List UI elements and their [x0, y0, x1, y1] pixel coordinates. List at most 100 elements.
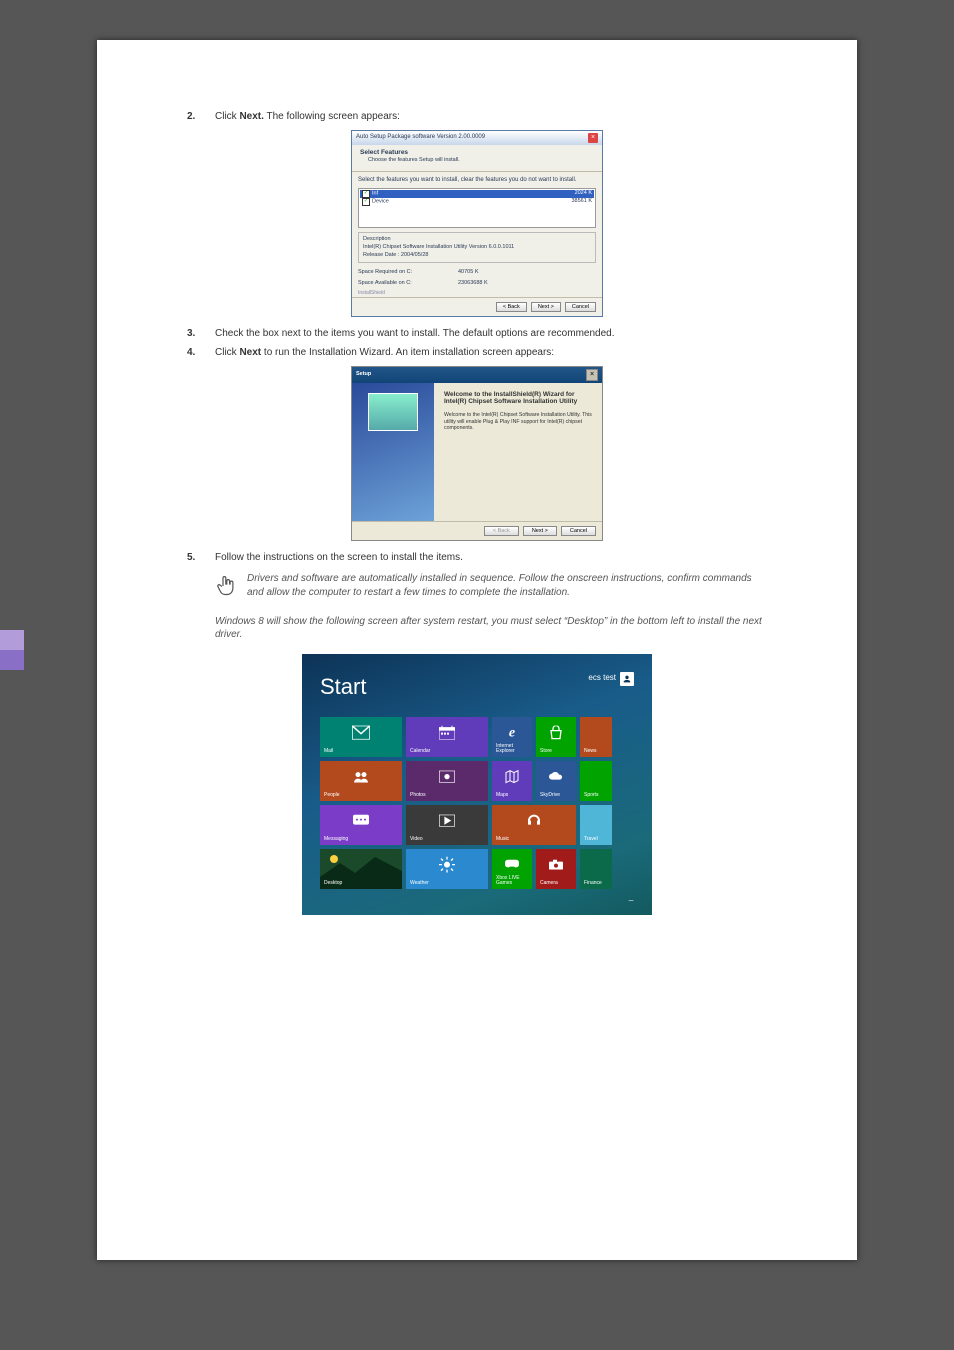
space-required-row: Space Required on C:40705 K: [352, 267, 602, 278]
value: 23063688 K: [458, 280, 488, 287]
step-5: 5. Follow the instructions on the screen…: [187, 551, 767, 565]
tile-games[interactable]: Xbox LIVE Games: [492, 849, 532, 889]
cancel-button[interactable]: Cancel: [561, 526, 596, 536]
tile-mail[interactable]: Mail: [320, 717, 402, 757]
tile-label: Photos: [410, 793, 484, 798]
dialog-title: Auto Setup Package software Version 2.00…: [356, 133, 485, 141]
next-button[interactable]: Next >: [531, 302, 561, 312]
start-header: Start ecs test: [320, 672, 634, 702]
back-button: < Back: [484, 526, 519, 536]
weather-icon: [439, 857, 455, 876]
side-tabs: [0, 630, 24, 670]
back-button[interactable]: < Back: [496, 302, 527, 312]
description-line: Release Date : 2004/05/28: [363, 252, 591, 259]
feature-row-device[interactable]: ✓Device 38561 K: [360, 198, 594, 206]
wizard-heading: Welcome to the InstallShield(R) Wizard f…: [444, 391, 592, 407]
step-body: Check the box next to the items you want…: [215, 327, 767, 341]
checkbox-icon[interactable]: ✓: [362, 198, 370, 206]
note-text-2: Windows 8 will show the following screen…: [215, 615, 767, 642]
close-icon[interactable]: ×: [586, 369, 598, 381]
camera-icon: [549, 860, 563, 873]
tile-label: Video: [410, 837, 484, 842]
user-name: ecs test: [588, 673, 616, 684]
dialog-buttons: < Back Next > Cancel: [352, 297, 602, 316]
tile-label: Weather: [410, 881, 484, 886]
text-bold: Next: [239, 347, 261, 358]
text: Click: [215, 111, 239, 122]
tile-label: Finance: [584, 881, 608, 886]
side-tab-2[interactable]: [0, 650, 24, 670]
next-button[interactable]: Next >: [523, 526, 557, 536]
cancel-button[interactable]: Cancel: [565, 302, 596, 312]
close-icon[interactable]: ×: [588, 133, 598, 143]
instruction-text: Select the features you want to install,…: [358, 176, 596, 184]
tile-store[interactable]: Store: [536, 717, 576, 757]
tile-maps[interactable]: Maps: [492, 761, 532, 801]
tile-travel[interactable]: Travel: [580, 805, 612, 845]
tile-music[interactable]: Music: [492, 805, 576, 845]
ie-icon: e: [509, 725, 515, 744]
tile-finance[interactable]: Finance: [580, 849, 612, 889]
games-icon: [505, 860, 519, 873]
tile-messaging[interactable]: Messaging: [320, 805, 402, 845]
zoom-out-icon[interactable]: −: [320, 895, 634, 909]
checkbox-icon[interactable]: ✓: [362, 190, 370, 198]
tile-people[interactable]: People: [320, 761, 402, 801]
tile-internet-explorer[interactable]: eInternet Explorer: [492, 717, 532, 757]
tile-label: Camera: [540, 881, 572, 886]
tile-label: Sports: [584, 793, 608, 798]
cloud-icon: [548, 772, 564, 785]
dialog-header: Select Features Choose the features Setu…: [352, 145, 602, 169]
text: Click: [215, 347, 239, 358]
tile-sports[interactable]: Sports: [580, 761, 612, 801]
step-number: 4.: [187, 346, 215, 360]
tile-camera[interactable]: Camera: [536, 849, 576, 889]
feature-row-inf[interactable]: ✓Inf 2024 K: [360, 190, 594, 198]
start-title: Start: [320, 672, 366, 702]
dialog-title: Setup: [356, 371, 371, 378]
header-title: Select Features: [360, 149, 594, 158]
tile-skydrive[interactable]: SkyDrive: [536, 761, 576, 801]
tile-calendar[interactable]: Calendar: [406, 717, 488, 757]
feature-name: Inf: [372, 190, 378, 196]
tile-grid: Mail Calendar eInternet Explorer Store N…: [320, 717, 634, 889]
tile-label: Desktop: [324, 881, 398, 886]
tile-photos[interactable]: Photos: [406, 761, 488, 801]
feature-name: Device: [372, 198, 389, 204]
feature-list: ✓Inf 2024 K ✓Device 38561 K: [358, 188, 596, 228]
photos-icon: [439, 771, 455, 786]
tile-weather[interactable]: Weather: [406, 849, 488, 889]
description-label: Description: [363, 236, 591, 243]
figure-installshield-wizard: Setup × Welcome to the InstallShield(R) …: [187, 366, 767, 541]
text-bold: Next.: [239, 111, 263, 122]
dialog-main: Welcome to the InstallShield(R) Wizard f…: [352, 383, 602, 521]
side-tab-1[interactable]: [0, 630, 24, 650]
value: 40705 K: [458, 269, 479, 276]
tile-desktop[interactable]: Desktop: [320, 849, 402, 889]
avatar-icon: [620, 672, 634, 686]
messaging-icon: [353, 815, 369, 830]
hand-pointer-icon: [215, 572, 237, 605]
tile-video[interactable]: Video: [406, 805, 488, 845]
user-badge[interactable]: ecs test: [588, 672, 634, 686]
tile-label: Internet Explorer: [496, 744, 528, 754]
maps-icon: [505, 770, 519, 787]
note-block: Drivers and software are automatically i…: [215, 572, 767, 605]
tile-label: Calendar: [410, 749, 484, 754]
space-available-row: Space Available on C:23063688 K: [352, 278, 602, 289]
figure-select-features: Auto Setup Package software Version 2.00…: [187, 130, 767, 317]
windows-start-screen: Start ecs test Mail Calendar eInternet E…: [302, 654, 652, 915]
wizard-paragraph: Welcome to the Intel(R) Chipset Software…: [444, 412, 592, 432]
tile-label: News: [584, 749, 608, 754]
step-body: Click Next to run the Installation Wizar…: [215, 346, 767, 360]
tile-news[interactable]: News: [580, 717, 612, 757]
store-icon: [549, 726, 563, 743]
step-4: 4. Click Next to run the Installation Wi…: [187, 346, 767, 360]
feature-size: 2024 K: [575, 190, 592, 197]
calendar-icon: [439, 726, 455, 743]
dialog-select-features: Auto Setup Package software Version 2.00…: [351, 130, 603, 317]
mail-icon: [352, 726, 370, 743]
figure-start-screen: Start ecs test Mail Calendar eInternet E…: [187, 654, 767, 915]
note-text: Drivers and software are automatically i…: [247, 572, 767, 605]
tile-label: Messaging: [324, 837, 398, 842]
